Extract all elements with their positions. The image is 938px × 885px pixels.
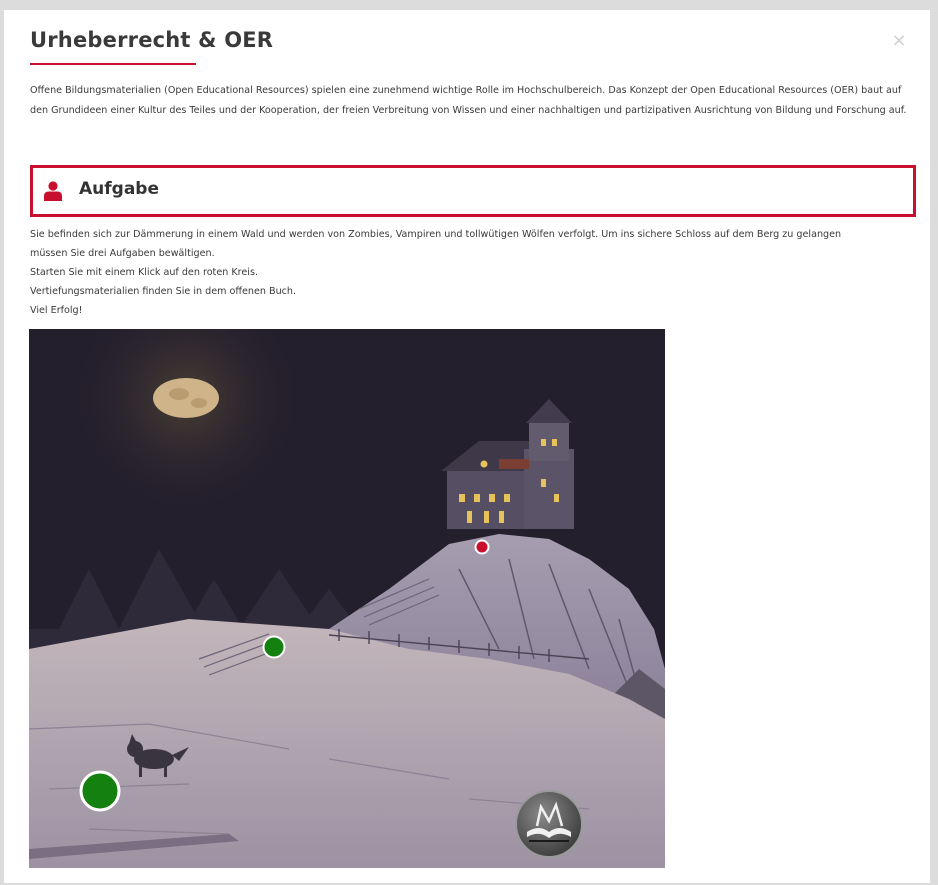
task-line: Sie befinden sich zur Dämmerung in einem…	[30, 229, 842, 240]
task-line: müssen Sie drei Aufgaben bewältigen.	[30, 248, 215, 259]
task-header: Aufgabe	[30, 165, 916, 217]
task-label: Aufgabe	[79, 179, 159, 199]
user-icon	[44, 181, 62, 201]
game-scene	[29, 329, 665, 868]
task-line: Viel Erfolg!	[30, 305, 83, 316]
castle-hotspot[interactable]	[474, 539, 490, 555]
close-icon[interactable]: ×	[888, 30, 910, 52]
dialog-title: Urheberrecht & OER	[30, 28, 274, 52]
scene-illustration	[29, 329, 665, 868]
path-hotspot[interactable]	[262, 635, 286, 659]
task-line: Starten Sie mit einem Klick auf den rote…	[30, 267, 258, 278]
dialog: Urheberrecht & OER × Offene Bildungsmate…	[4, 10, 930, 883]
moon	[153, 378, 219, 418]
dialog-header: Urheberrecht & OER ×	[30, 28, 910, 68]
task-line: Vertiefungsmaterialien finden Sie in dem…	[30, 286, 297, 297]
task-text: Sie befinden sich zur Dämmerung in einem…	[30, 225, 914, 320]
forest-hotspot[interactable]	[79, 770, 121, 812]
title-underline	[30, 63, 196, 65]
intro-text: Offene Bildungsmaterialien (Open Educati…	[30, 85, 907, 116]
open-book-icon[interactable]	[515, 790, 583, 858]
